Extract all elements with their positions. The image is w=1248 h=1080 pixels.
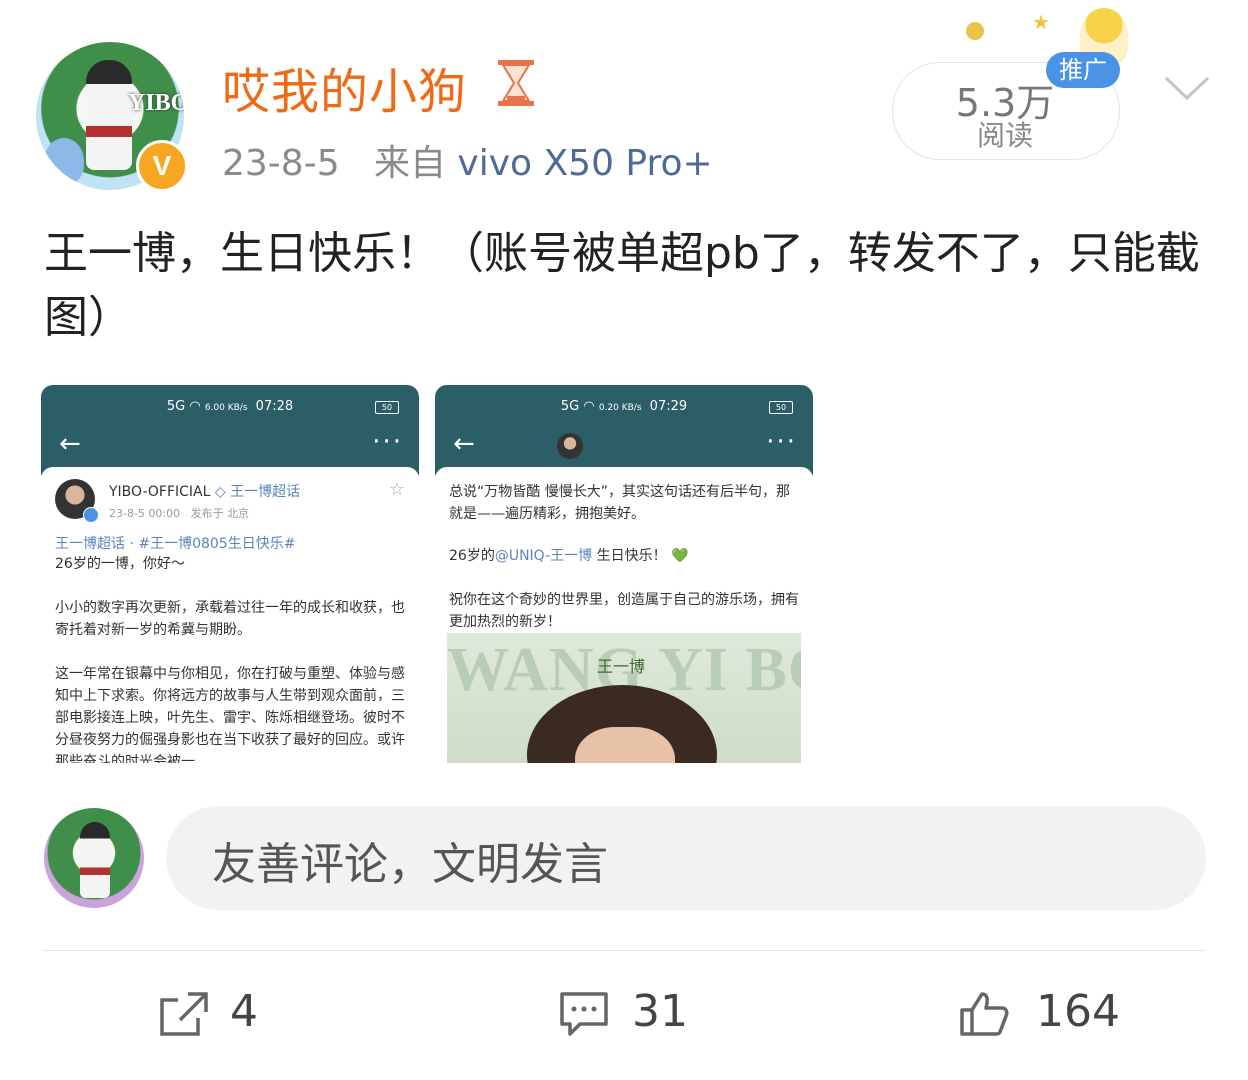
author-name[interactable]: 哎我的小狗 — [222, 52, 467, 122]
like-icon[interactable] — [958, 990, 1010, 1038]
avatar-text: YIBO — [128, 90, 184, 116]
status-time: 07:28 — [255, 399, 294, 414]
post-meta: 23-8-5 来自 vivo X50 Pro+ — [222, 134, 713, 186]
reads-label: 阅读 — [976, 119, 1033, 152]
thumb-line-1: 总说“万物皆酷 慢慢长大”，其实这句话还有后半句，那就是——遍历精彩，拥抱美好。 — [449, 484, 790, 522]
thumb-date-text: 23-8-5 00:00 — [109, 507, 181, 520]
signal-label: 5G — [166, 399, 186, 414]
thumb-line-1: 26岁的一博，你好～ — [55, 556, 185, 572]
divider — [42, 950, 1206, 951]
comment-icon[interactable] — [558, 990, 610, 1038]
thumb-status-bar: 5G ◠ 6.00 KB/s 07:28 — [41, 399, 419, 414]
screenshot-thumbnail-2[interactable]: 5G ◠ 0.20 KB/s 07:29 50 ← ··· 总说“万物皆酷 慢慢… — [435, 385, 813, 763]
net-speed: 6.00 KB/s — [204, 403, 248, 413]
screenshot-thumbnail-1[interactable]: 5G ◠ 6.00 KB/s 07:28 50 ← ··· YIBO-OFFIC… — [41, 385, 419, 763]
signal-label: 5G — [560, 399, 580, 414]
thumb-line-3: 祝你在这个奇妙的世界里，创造属于自己的游乐场，拥有更加热烈的新岁！ — [449, 592, 799, 630]
post-text: 王一博，生日快乐！（账号被单超pb了，转发不了，只能截图） — [44, 228, 1200, 343]
hourglass-icon — [498, 60, 534, 106]
battery-icon: 50 — [769, 401, 793, 414]
avatar-penguin — [44, 138, 84, 184]
thumb-line-3: 这一年常在银幕中与你相见，你在打破与重塑、体验与感知中上下求索。你将远方的故事与… — [55, 666, 405, 763]
more-icon: ··· — [766, 427, 797, 457]
star-outline-icon: ☆ — [388, 479, 405, 500]
thumb-account: YIBO-OFFICIAL ◇ 王一博超话 — [109, 481, 300, 501]
user-avatar[interactable] — [44, 808, 144, 908]
planet-icon — [966, 22, 984, 40]
comment-placeholder: 友善评论，文明发言 — [212, 839, 608, 890]
share-icon[interactable] — [158, 990, 210, 1038]
thumb-location: 发布于 北京 — [190, 507, 250, 520]
status-time: 07:29 — [649, 399, 688, 414]
avatar-figure — [86, 60, 132, 170]
account-name: YIBO-OFFICIAL — [109, 484, 211, 500]
ad-badge: 推广 — [1046, 52, 1120, 88]
battery-icon: 50 — [375, 401, 399, 414]
avatar-figure — [80, 822, 110, 898]
mention-link: @UNIQ-王一博 — [494, 548, 593, 564]
account-topic: 王一博超话 — [230, 484, 301, 500]
share-count[interactable]: 4 — [230, 986, 258, 1037]
thumb-header-avatar — [557, 433, 583, 459]
chevron-down-icon[interactable] — [1162, 72, 1212, 102]
net-speed: 0.20 KB/s — [598, 403, 642, 413]
promo-image: WANG YI BO 王一博 — [447, 633, 801, 763]
thumb-line-2: 26岁的@UNIQ-王一博 生日快乐！ 💚 — [449, 545, 801, 567]
like-count[interactable]: 164 — [1036, 986, 1120, 1037]
star-icon: ★ — [1032, 10, 1050, 34]
wifi-icon: ◠ — [583, 399, 595, 414]
thumb-tags: 王一博超话 · #王一博0805生日快乐# — [55, 536, 296, 552]
comment-count[interactable]: 31 — [632, 986, 688, 1037]
line-suffix: 生日快乐！ — [592, 548, 667, 564]
source-prefix: 来自 — [373, 143, 446, 184]
more-icon: ··· — [372, 427, 403, 457]
wifi-icon: ◠ — [189, 399, 201, 414]
line-prefix: 26岁的 — [449, 548, 495, 564]
promo-name: 王一博 — [597, 657, 646, 676]
thumb-date: 23-8-5 00:00 发布于 北京 — [109, 505, 249, 521]
verified-icon — [83, 507, 99, 523]
thumb-status-bar: 5G ◠ 0.20 KB/s 07:29 — [435, 399, 813, 414]
green-heart-icon: 💚 — [671, 548, 689, 564]
back-arrow-icon: ← — [59, 429, 81, 459]
post-date: 23-8-5 — [222, 143, 340, 184]
thumb-card: YIBO-OFFICIAL ◇ 王一博超话 ☆ 23-8-5 00:00 发布于… — [41, 467, 419, 763]
back-arrow-icon: ← — [453, 429, 475, 459]
thumb-line-2: 小小的数字再次更新，承载着过往一年的成长和收获，也寄托着对新一岁的希冀与期盼。 — [55, 600, 405, 638]
diamond-icon: ◇ — [214, 484, 226, 500]
device-link[interactable]: vivo X50 Pro+ — [457, 143, 712, 184]
verified-badge-icon: V — [136, 140, 188, 192]
